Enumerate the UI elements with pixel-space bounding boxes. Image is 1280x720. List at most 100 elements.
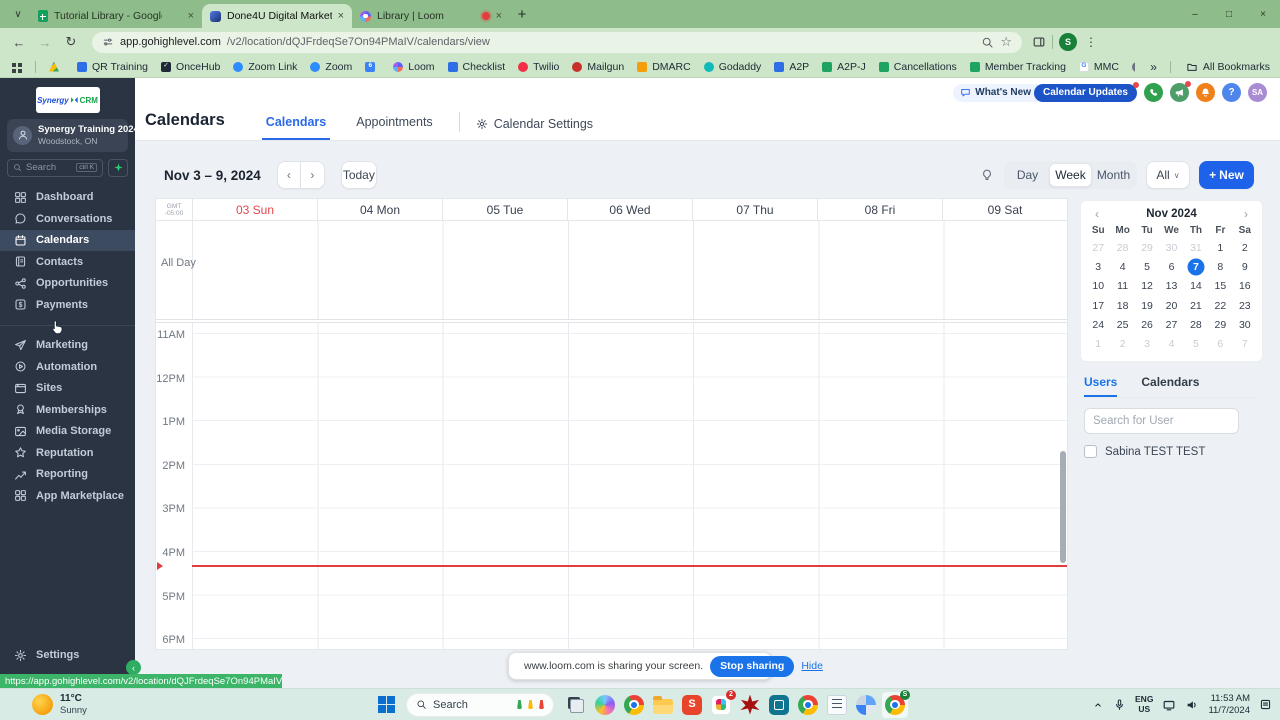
taskbar-app-icon[interactable] bbox=[766, 692, 792, 718]
new-appointment-button[interactable]: + New bbox=[1199, 161, 1254, 189]
calendar-filter-select[interactable]: All ∨ bbox=[1146, 161, 1190, 189]
header-tab[interactable]: Calendars bbox=[261, 115, 331, 140]
mini-prev-icon[interactable]: ‹ bbox=[1091, 207, 1103, 221]
user-filter-row[interactable]: Sabina TEST TEST bbox=[1084, 445, 1259, 458]
microphone-icon[interactable] bbox=[1113, 698, 1126, 711]
mini-date-cell[interactable]: 12 bbox=[1135, 277, 1159, 296]
day-header-cell[interactable]: 09 Sat bbox=[942, 199, 1067, 220]
sidebar-nav-item[interactable]: Memberships bbox=[0, 399, 135, 421]
sidebar-nav-item[interactable]: Media Storage bbox=[0, 421, 135, 443]
sidebar-nav-item[interactable]: Calendars bbox=[0, 229, 135, 251]
user-checkbox[interactable] bbox=[1084, 445, 1097, 458]
whats-new-button[interactable]: What's New bbox=[953, 83, 1038, 102]
mini-date-cell[interactable]: 4 bbox=[1110, 257, 1134, 276]
taskbar-app-icon[interactable] bbox=[853, 692, 879, 718]
bookmark-item[interactable]: G MMC bbox=[1078, 61, 1119, 73]
mini-date-cell[interactable]: 1 bbox=[1208, 238, 1232, 257]
sidebar-nav-item[interactable]: App Marketplace bbox=[0, 485, 135, 507]
bookmark-item[interactable]: Twilio bbox=[518, 61, 559, 73]
mini-date-cell[interactable]: 29 bbox=[1208, 315, 1232, 334]
bookmark-item[interactable] bbox=[49, 61, 64, 72]
apps-grid-icon[interactable] bbox=[12, 62, 16, 67]
view-toggle-button[interactable]: Month bbox=[1092, 163, 1135, 187]
bookmark-item[interactable]: Cancellations bbox=[878, 61, 957, 73]
help-button[interactable]: ? bbox=[1222, 83, 1241, 102]
forward-button[interactable]: → bbox=[34, 35, 56, 50]
hide-link[interactable]: Hide bbox=[801, 660, 823, 672]
mini-date-cell[interactable]: 3 bbox=[1135, 334, 1159, 353]
mini-date-cell[interactable]: 11 bbox=[1110, 277, 1134, 296]
bookmark-item[interactable]: Mailgun bbox=[572, 61, 624, 73]
refresh-button[interactable]: ↻ bbox=[60, 34, 82, 50]
mini-date-cell[interactable]: 27 bbox=[1086, 238, 1110, 257]
sidebar-nav-item[interactable]: Conversations bbox=[0, 208, 135, 230]
mini-date-cell[interactable]: 31 bbox=[1184, 238, 1208, 257]
view-toggle-button[interactable]: Day bbox=[1006, 163, 1049, 187]
mini-date-cell[interactable]: 30 bbox=[1159, 238, 1183, 257]
taskbar-app-icon[interactable] bbox=[621, 692, 647, 718]
bookmark-star-icon[interactable]: ☆ bbox=[1000, 34, 1012, 50]
bookmark-item[interactable]: Zoom Link bbox=[233, 61, 297, 73]
sidebar-item-settings[interactable]: Settings bbox=[0, 645, 135, 667]
mini-date-cell[interactable]: 13 bbox=[1159, 277, 1183, 296]
mini-date-cell[interactable]: 3 bbox=[1086, 257, 1110, 276]
notification-center-icon[interactable] bbox=[1259, 698, 1272, 711]
week-grid[interactable]: GMT -05:00 03 Sun 04 Mon 05 Tue 06 Wed 07 Thu… bbox=[155, 198, 1068, 650]
tips-bulb-icon[interactable] bbox=[980, 168, 994, 182]
browser-tab[interactable]: Tutorial Library - Google Sheets × bbox=[30, 4, 202, 28]
mini-date-cell[interactable]: 28 bbox=[1184, 315, 1208, 334]
taskbar-app-icon[interactable]: 2 bbox=[708, 689, 736, 718]
mini-date-cell[interactable]: 21 bbox=[1184, 296, 1208, 315]
phone-button[interactable] bbox=[1144, 83, 1163, 102]
taskbar-app-icon[interactable]: S bbox=[679, 692, 705, 718]
sidebar-nav-item[interactable]: Sites bbox=[0, 378, 135, 400]
sidebar-nav-item[interactable]: Opportunities bbox=[0, 273, 135, 295]
sidebar-nav-item[interactable]: Dashboard bbox=[0, 187, 135, 209]
day-header-cell[interactable]: 04 Mon bbox=[317, 199, 442, 220]
view-toggle-button[interactable]: Week bbox=[1049, 163, 1092, 187]
mini-date-cell[interactable]: 26 bbox=[1135, 315, 1159, 334]
day-header-cell[interactable]: 08 Fri bbox=[817, 199, 942, 220]
quick-actions-button[interactable] bbox=[108, 158, 128, 177]
mini-date-cell[interactable]: 1 bbox=[1086, 334, 1110, 353]
mini-date-cell[interactable]: 6 bbox=[1159, 257, 1183, 276]
bookmarks-overflow-icon[interactable]: » bbox=[1150, 60, 1157, 74]
mini-date-cell[interactable]: 30 bbox=[1233, 315, 1257, 334]
taskbar-app-icon[interactable] bbox=[737, 692, 763, 718]
mini-date-cell[interactable]: 15 bbox=[1208, 277, 1232, 296]
bookmark-item[interactable]: Member Tracking bbox=[969, 61, 1066, 73]
today-button[interactable]: Today bbox=[340, 161, 377, 189]
sidebar-nav-item[interactable]: Marketing bbox=[0, 335, 135, 357]
taskbar-app-icon[interactable] bbox=[592, 692, 618, 718]
zoom-icon[interactable] bbox=[981, 36, 994, 49]
mini-date-cell[interactable]: 6 bbox=[1208, 334, 1232, 353]
close-button[interactable]: × bbox=[1246, 0, 1280, 28]
mini-date-cell[interactable]: 16 bbox=[1233, 277, 1257, 296]
tab-close-icon[interactable]: × bbox=[188, 10, 194, 22]
sidebar-search-input[interactable]: Search ctrl K bbox=[7, 158, 103, 177]
mini-date-cell[interactable]: 28 bbox=[1110, 238, 1134, 257]
grid-scrollbar-thumb[interactable] bbox=[1060, 451, 1066, 563]
start-button[interactable] bbox=[378, 696, 395, 713]
stop-sharing-button[interactable]: Stop sharing bbox=[710, 655, 795, 677]
language-indicator[interactable]: ENG US bbox=[1135, 694, 1153, 715]
bookmark-item[interactable]: Godaddy bbox=[703, 61, 761, 73]
day-header-cell[interactable]: 06 Wed bbox=[567, 199, 692, 220]
mini-date-cell[interactable]: 25 bbox=[1110, 315, 1134, 334]
day-header-cell[interactable]: 07 Thu bbox=[692, 199, 817, 220]
calendar-updates-button[interactable]: Calendar Updates bbox=[1033, 81, 1139, 102]
mini-date-cell[interactable]: 18 bbox=[1110, 296, 1134, 315]
bookmark-item[interactable]: Checklist bbox=[447, 61, 505, 73]
bookmark-item[interactable]: DMARC bbox=[637, 61, 691, 73]
mini-date-cell[interactable]: 27 bbox=[1159, 315, 1183, 334]
taskbar-app-icon[interactable] bbox=[795, 692, 821, 718]
mini-date-cell[interactable]: 2 bbox=[1110, 334, 1134, 353]
mini-date-cell[interactable]: 2 bbox=[1233, 238, 1257, 257]
back-button[interactable]: ← bbox=[8, 35, 30, 50]
bookmark-item[interactable]: 6 bbox=[365, 61, 380, 72]
sidebar-nav-item[interactable]: Contacts bbox=[0, 251, 135, 273]
notifications-button[interactable] bbox=[1196, 83, 1215, 102]
bookmark-item[interactable]: Loom bbox=[393, 61, 435, 73]
account-switcher[interactable]: Synergy Training 2024 Woodstock, ON bbox=[7, 119, 128, 152]
minimize-button[interactable]: – bbox=[1178, 0, 1212, 28]
